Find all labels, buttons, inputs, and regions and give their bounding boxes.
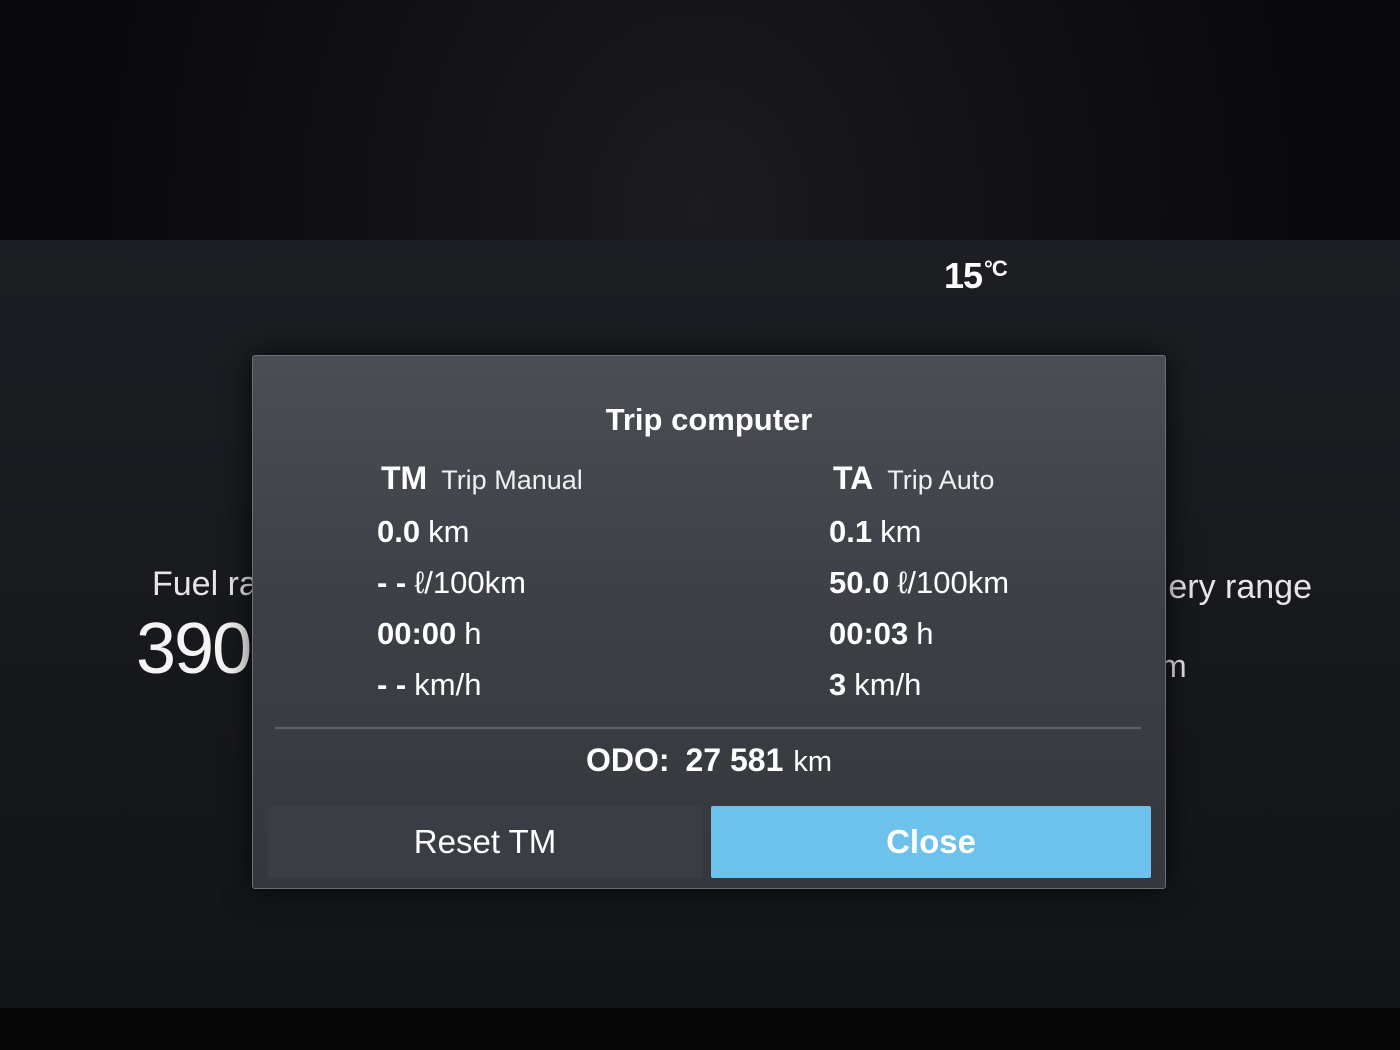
dialog-divider xyxy=(275,727,1141,729)
time-value: 00:00 xyxy=(377,615,457,651)
trip-manual-column: TM Trip Manual 0.0 km - - ℓ/100km 00:00 … xyxy=(377,460,737,710)
temperature-value: 15 xyxy=(944,255,983,296)
time-unit: h xyxy=(464,615,482,651)
time-unit: h xyxy=(916,615,934,651)
temperature-unit: °C xyxy=(984,256,1008,281)
trip-auto-name: Trip Auto xyxy=(887,465,995,495)
trip-manual-header: TM Trip Manual xyxy=(377,460,737,506)
consumption-unit: ℓ/100km xyxy=(414,564,526,600)
time-value: 00:03 xyxy=(829,615,909,651)
speed-value: - - xyxy=(377,666,407,702)
distance-value: 0.1 xyxy=(829,513,873,549)
fuel-range-value: 390 xyxy=(136,609,252,689)
speed-unit: km/h xyxy=(414,666,482,702)
trip-auto-consumption: 50.0 ℓ/100km xyxy=(829,557,1165,608)
trip-auto-header: TA Trip Auto xyxy=(829,460,1165,506)
trip-auto-distance: 0.1 km xyxy=(829,506,1165,557)
distance-unit: km xyxy=(880,513,922,549)
reset-tm-label: Reset TM xyxy=(413,823,557,860)
speed-value: 3 xyxy=(829,666,847,702)
dialog-title: Trip computer xyxy=(605,402,813,437)
trip-auto-speed: 3 km/h xyxy=(829,659,1165,710)
odometer-unit: km xyxy=(793,746,833,778)
close-label: Close xyxy=(886,823,976,860)
trip-auto-code: TA xyxy=(833,460,874,496)
odometer-label: ODO: xyxy=(585,742,670,778)
trip-manual-time: 00:00 h xyxy=(377,608,737,659)
consumption-value: - - xyxy=(377,564,407,600)
outside-temperature: 15°C xyxy=(944,255,1008,297)
fuel-range-label: Fuel ra xyxy=(152,565,258,603)
odometer: ODO: 27 581 km xyxy=(253,742,1165,779)
consumption-value: 50.0 xyxy=(829,564,890,600)
car-display-frame: 15°C Fuel ra 390 ery range m Trip comput… xyxy=(0,0,1400,1050)
close-button[interactable]: Close xyxy=(711,806,1151,878)
speed-unit: km/h xyxy=(854,666,922,702)
reset-tm-button[interactable]: Reset TM xyxy=(268,806,702,878)
odometer-value: 27 581 xyxy=(685,742,784,778)
distance-unit: km xyxy=(428,513,470,549)
trip-manual-speed: - - km/h xyxy=(377,659,737,710)
trip-manual-code: TM xyxy=(381,460,428,496)
distance-value: 0.0 xyxy=(377,513,421,549)
trip-auto-column: TA Trip Auto 0.1 km 50.0 ℓ/100km 00:03 h… xyxy=(829,460,1165,710)
trip-computer-dialog: Trip computer TM Trip Manual 0.0 km - - … xyxy=(252,355,1166,889)
battery-range-label: ery range xyxy=(1168,568,1312,606)
trip-manual-name: Trip Manual xyxy=(441,465,583,495)
bottom-bezel xyxy=(0,1008,1400,1050)
trip-manual-consumption: - - ℓ/100km xyxy=(377,557,737,608)
trip-manual-distance: 0.0 km xyxy=(377,506,737,557)
trip-auto-time: 00:03 h xyxy=(829,608,1165,659)
consumption-unit: ℓ/100km xyxy=(897,564,1010,600)
